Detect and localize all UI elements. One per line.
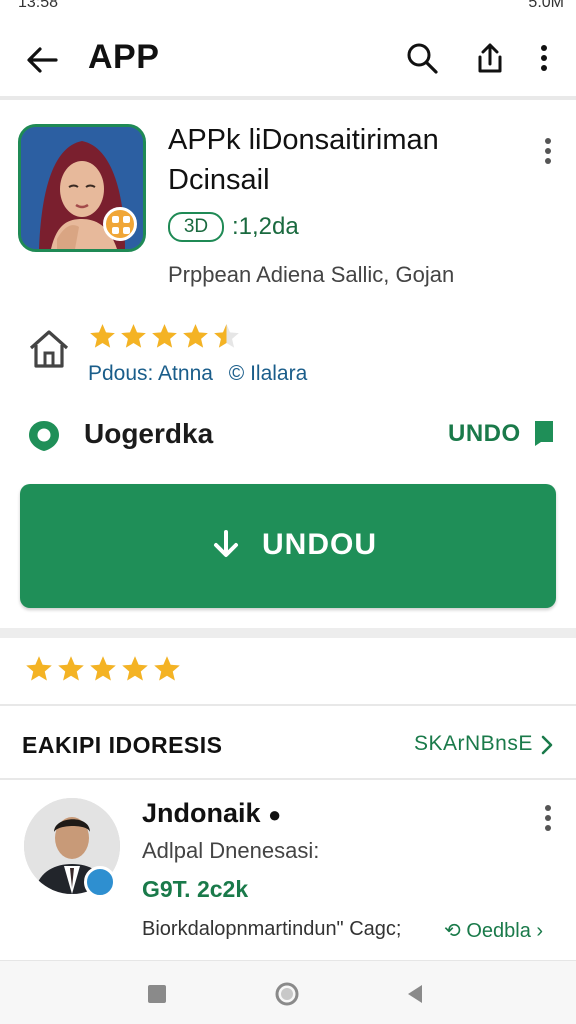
more-vert-icon[interactable] [536, 802, 560, 834]
star-icon[interactable] [88, 654, 118, 684]
star-icon [152, 324, 177, 348]
status-right: 5.0M [528, 0, 564, 11]
arrow-left-icon[interactable] [22, 40, 62, 80]
reviewer-name: Jndonaik ● [142, 798, 281, 829]
download-icon [214, 530, 238, 557]
refresh-icon: ⟲ [444, 920, 461, 942]
divider [0, 704, 576, 706]
reviewer-name-text: Jndonaik [142, 798, 261, 828]
chevron-right-icon[interactable] [536, 732, 558, 758]
star-icon [121, 324, 146, 348]
reviews-section-title: EAKIPI IDORESIS [22, 732, 223, 758]
developer-name[interactable]: Prpþean Adiena Sallic, Gojan [168, 262, 454, 288]
house-icon [29, 330, 69, 368]
reviewer-count: G9T. 2c2k [142, 876, 249, 902]
undo-link[interactable]: UNDO [448, 420, 521, 448]
install-button[interactable]: UNDOU [20, 484, 556, 608]
rating-stars [88, 322, 243, 356]
reviewer-subtitle: Adlpal Dnenesasi: [142, 838, 320, 863]
app-card: APPk liDonsaitiriman Dcinsail 3D :1,2da … [0, 104, 576, 634]
content-rating-badge: 3D [168, 212, 224, 242]
review-action-link[interactable]: ⟲ Oedbla › [444, 918, 543, 943]
star-icon [90, 324, 115, 348]
triangle-left-icon[interactable] [402, 981, 428, 1007]
system-nav-bar [0, 960, 576, 1024]
review-text: Biorkdalopnmartindun" Cagc; [142, 918, 402, 940]
status-time: 13:58 [18, 0, 59, 11]
location-label: Uogerdka [84, 418, 214, 449]
app-icon-badge [103, 207, 137, 241]
chevron-right-icon: › [536, 920, 544, 942]
star-icon[interactable] [24, 654, 54, 684]
avatar-badge [84, 866, 116, 898]
grid-icon [112, 216, 130, 234]
rating-meta-text: Pdous: Atnna [88, 362, 213, 385]
status-bar: 13:58 5.0M [0, 0, 576, 14]
reviews-see-all-link[interactable]: SKArNBnsE [414, 732, 533, 756]
rating-language[interactable]: © Ilalara [229, 362, 308, 385]
app-name-line-2: Dcinsail [168, 164, 270, 196]
star-icon[interactable] [120, 654, 150, 684]
app-name: APPk liDonsaitiriman Dcinsail [168, 120, 508, 200]
review-action-label: Oedbla [466, 920, 531, 942]
app-bar: APP [0, 14, 576, 100]
rating-meta: Pdous: Atnna © Ilalara [88, 362, 307, 386]
app-name-line-1: APPk liDonsaitiriman [168, 124, 439, 156]
square-icon[interactable] [144, 981, 170, 1007]
section-divider [0, 628, 576, 638]
star-icon[interactable] [56, 654, 86, 684]
flag-icon[interactable] [532, 418, 556, 448]
more-vert-icon[interactable] [536, 134, 560, 168]
search-icon[interactable] [404, 40, 440, 76]
download-count: :1,2da [232, 213, 299, 240]
star-icon[interactable] [152, 654, 182, 684]
circle-icon[interactable] [274, 981, 300, 1007]
install-button-label: UNDOU [262, 528, 377, 561]
share-icon[interactable] [472, 40, 508, 76]
location-icon [29, 421, 59, 451]
page-title: APP [88, 38, 160, 76]
divider [0, 778, 576, 780]
star-icon [183, 324, 208, 348]
rate-app-stars[interactable] [24, 654, 184, 690]
app-icon[interactable] [18, 124, 146, 252]
badge-icon: ● [268, 802, 282, 827]
more-vert-icon[interactable] [526, 40, 562, 76]
star-icon [214, 324, 239, 348]
